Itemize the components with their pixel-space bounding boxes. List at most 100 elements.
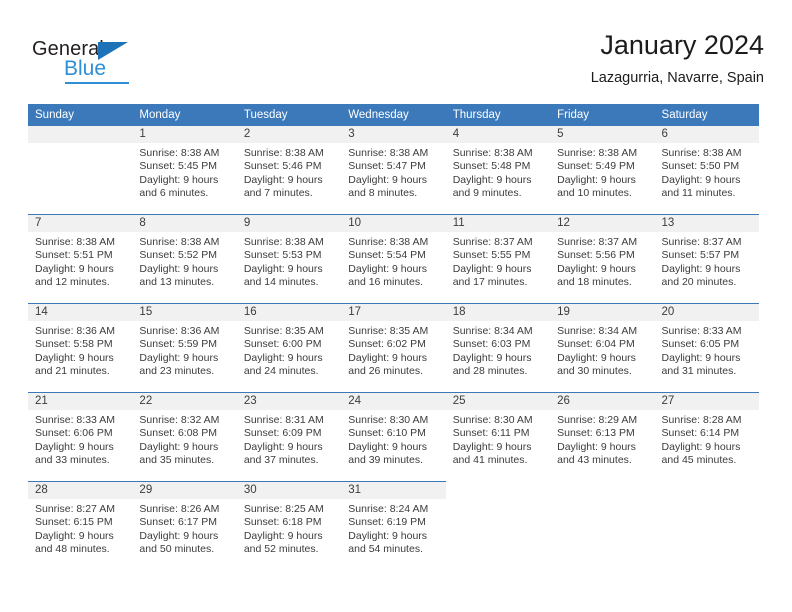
sunrise-text: Sunrise: 8:33 AM	[661, 325, 742, 337]
day-number: 12	[550, 215, 655, 232]
daylight-text-line1: Daylight: 9 hours	[661, 440, 741, 453]
day-info: Sunrise: 8:38 AM Sunset: 5:50 PM Daylight:…	[655, 143, 759, 200]
day-info: Sunrise: 8:30 AM Sunset: 6:11 PM Daylight:…	[446, 410, 550, 467]
day-info: Sunrise: 8:31 AM Sunset: 6:09 PM Daylight:…	[237, 410, 341, 467]
day-number: 9	[236, 215, 342, 232]
calendar-day-cell[interactable]: 17 Sunrise: 8:35 AM Sunset: 6:02 PM Dayligh…	[341, 303, 446, 393]
calendar-day-cell[interactable]: 11 Sunrise: 8:37 AM Sunset: 5:55 PM Dayligh…	[445, 214, 551, 304]
day-number: 11	[445, 215, 551, 232]
sunrise-text: Sunrise: 8:38 AM	[243, 236, 324, 248]
day-info: Sunrise: 8:34 AM Sunset: 6:03 PM Daylight:…	[446, 321, 550, 378]
day-info: Sunrise: 8:38 AM Sunset: 5:53 PM Daylight:…	[237, 232, 341, 289]
calendar-day-cell[interactable]: 26 Sunrise: 8:29 AM Sunset: 6:13 PM Dayligh…	[550, 392, 655, 482]
day-info: Sunrise: 8:33 AM Sunset: 6:06 PM Daylight:…	[28, 410, 132, 467]
daylight-text-line1: Daylight: 9 hours	[35, 351, 114, 364]
calendar-day-cell[interactable]: 29 Sunrise: 8:26 AM Sunset: 6:17 PM Dayligh…	[132, 481, 237, 570]
calendar-day-cell[interactable]: 15 Sunrise: 8:36 AM Sunset: 5:59 PM Dayligh…	[132, 303, 237, 393]
sunrise-text: Sunrise: 8:24 AM	[348, 503, 429, 515]
sunset-text: Sunset: 6:14 PM	[661, 427, 740, 440]
calendar-day-cell[interactable]: 2 Sunrise: 8:38 AM Sunset: 5:46 PM Daylight…	[236, 126, 342, 215]
calendar-day-cell[interactable]: 21 Sunrise: 8:33 AM Sunset: 6:06 PM Dayligh…	[28, 392, 133, 482]
day-info: Sunrise: 8:27 AM Sunset: 6:15 PM Daylight:…	[28, 499, 132, 556]
day-info: Sunrise: 8:30 AM Sunset: 6:10 PM Daylight:…	[341, 410, 445, 467]
daylight-text-line1: Daylight: 9 hours	[35, 440, 114, 453]
day-number: 15	[132, 304, 237, 321]
calendar-day-cell[interactable]: 28 Sunrise: 8:27 AM Sunset: 6:15 PM Dayligh…	[28, 481, 133, 570]
daylight-text-line1: Daylight: 9 hours	[139, 173, 219, 186]
sunrise-text: Sunrise: 8:38 AM	[243, 147, 324, 159]
calendar-day-cell[interactable]: 19 Sunrise: 8:34 AM Sunset: 6:04 PM Dayligh…	[550, 303, 655, 393]
calendar-day-cell[interactable]: 16 Sunrise: 8:35 AM Sunset: 6:00 PM Dayligh…	[236, 303, 342, 393]
sunrise-text: Sunrise: 8:37 AM	[557, 236, 638, 248]
day-info: Sunrise: 8:34 AM Sunset: 6:04 PM Daylight:…	[550, 321, 654, 378]
calendar-day-cell[interactable]: 14 Sunrise: 8:36 AM Sunset: 5:58 PM Dayligh…	[28, 303, 133, 393]
daylight-text-line2: and 6 minutes.	[139, 186, 209, 199]
sunset-text: Sunset: 6:08 PM	[139, 427, 218, 440]
daylight-text-line2: and 39 minutes.	[348, 453, 423, 466]
sunrise-text: Sunrise: 8:35 AM	[348, 325, 429, 337]
daylight-text-line1: Daylight: 9 hours	[452, 173, 532, 186]
sunset-text: Sunset: 5:53 PM	[243, 249, 322, 262]
calendar-day-cell[interactable]: 6 Sunrise: 8:38 AM Sunset: 5:50 PM Daylight…	[654, 126, 759, 215]
daylight-text-line2: and 12 minutes.	[35, 275, 110, 288]
sunrise-text: Sunrise: 8:38 AM	[139, 236, 220, 248]
calendar-day-cell[interactable]: 8 Sunrise: 8:38 AM Sunset: 5:52 PM Daylight…	[132, 214, 237, 304]
calendar-week-row: 7 Sunrise: 8:38 AM Sunset: 5:51 PM Daylight…	[28, 214, 759, 304]
calendar-day-cell[interactable]: 5 Sunrise: 8:38 AM Sunset: 5:49 PM Daylight…	[550, 126, 655, 215]
day-info: Sunrise: 8:38 AM Sunset: 5:46 PM Daylight:…	[237, 143, 341, 200]
sunset-text: Sunset: 6:06 PM	[35, 427, 113, 440]
weekday-header-wednesday: Wednesday	[341, 104, 446, 126]
calendar-day-cell[interactable]: 10 Sunrise: 8:38 AM Sunset: 5:54 PM Dayligh…	[341, 214, 446, 304]
logo-text-blue: Blue	[64, 57, 107, 80]
calendar-day-cell[interactable]: 23 Sunrise: 8:31 AM Sunset: 6:09 PM Dayligh…	[236, 392, 342, 482]
sunrise-text: Sunrise: 8:37 AM	[661, 236, 742, 248]
daylight-text-line1: Daylight: 9 hours	[139, 529, 219, 542]
day-number: 14	[28, 304, 133, 321]
calendar-day-cell[interactable]: 13 Sunrise: 8:37 AM Sunset: 5:57 PM Dayligh…	[654, 214, 759, 304]
calendar-day-cell[interactable]: 9 Sunrise: 8:38 AM Sunset: 5:53 PM Daylight…	[236, 214, 342, 304]
day-info: Sunrise: 8:28 AM Sunset: 6:14 PM Daylight:…	[655, 410, 759, 467]
sunset-text: Sunset: 5:45 PM	[139, 160, 218, 173]
calendar-day-cell[interactable]: 24 Sunrise: 8:30 AM Sunset: 6:10 PM Dayligh…	[341, 392, 446, 482]
calendar-day-cell[interactable]: 18 Sunrise: 8:34 AM Sunset: 6:03 PM Dayligh…	[445, 303, 551, 393]
day-number: 30	[236, 482, 342, 499]
calendar-day-cell[interactable]: 3 Sunrise: 8:38 AM Sunset: 5:47 PM Daylight…	[341, 126, 446, 215]
day-number: 16	[236, 304, 342, 321]
sunrise-text: Sunrise: 8:33 AM	[35, 414, 115, 426]
calendar-day-cell[interactable]: 22 Sunrise: 8:32 AM Sunset: 6:08 PM Dayligh…	[132, 392, 237, 482]
day-info: Sunrise: 8:38 AM Sunset: 5:52 PM Daylight:…	[132, 232, 236, 289]
daylight-text-line2: and 18 minutes.	[557, 275, 632, 288]
calendar-day-cell[interactable]: 27 Sunrise: 8:28 AM Sunset: 6:14 PM Dayligh…	[654, 392, 759, 482]
calendar-week-row: 28 Sunrise: 8:27 AM Sunset: 6:15 PM Dayligh…	[28, 481, 759, 570]
day-number: 21	[28, 393, 133, 410]
sunrise-text: Sunrise: 8:35 AM	[243, 325, 324, 337]
sunset-text: Sunset: 6:15 PM	[35, 516, 113, 529]
daylight-text-line2: and 30 minutes.	[557, 364, 632, 377]
day-number-band	[28, 126, 133, 143]
day-info: Sunrise: 8:33 AM Sunset: 6:05 PM Daylight:…	[655, 321, 759, 378]
day-number: 18	[445, 304, 551, 321]
day-info: Sunrise: 8:37 AM Sunset: 5:55 PM Daylight:…	[446, 232, 550, 289]
calendar-day-cell[interactable]: 31 Sunrise: 8:24 AM Sunset: 6:19 PM Dayligh…	[341, 481, 446, 570]
daylight-text-line1: Daylight: 9 hours	[348, 440, 428, 453]
calendar-day-cell[interactable]: 30 Sunrise: 8:25 AM Sunset: 6:18 PM Dayligh…	[236, 481, 342, 570]
calendar-day-cell[interactable]: 4 Sunrise: 8:38 AM Sunset: 5:48 PM Daylight…	[445, 126, 551, 215]
calendar-day-cell[interactable]: 12 Sunrise: 8:37 AM Sunset: 5:56 PM Dayligh…	[550, 214, 655, 304]
day-info: Sunrise: 8:38 AM Sunset: 5:48 PM Daylight:…	[446, 143, 550, 200]
sunset-text: Sunset: 6:00 PM	[243, 338, 322, 351]
calendar-day-cell[interactable]: 7 Sunrise: 8:38 AM Sunset: 5:51 PM Daylight…	[28, 214, 133, 304]
daylight-text-line1: Daylight: 9 hours	[348, 351, 428, 364]
sunset-text: Sunset: 5:49 PM	[557, 160, 635, 173]
sunset-text: Sunset: 6:13 PM	[557, 427, 635, 440]
day-number-band	[445, 482, 551, 499]
sunrise-text: Sunrise: 8:25 AM	[243, 503, 324, 515]
daylight-text-line1: Daylight: 9 hours	[557, 173, 636, 186]
daylight-text-line2: and 45 minutes.	[661, 453, 737, 466]
calendar-day-cell[interactable]: 20 Sunrise: 8:33 AM Sunset: 6:05 PM Dayligh…	[654, 303, 759, 393]
calendar-day-cell[interactable]: 25 Sunrise: 8:30 AM Sunset: 6:11 PM Dayligh…	[445, 392, 551, 482]
sunrise-text: Sunrise: 8:32 AM	[139, 414, 220, 426]
daylight-text-line1: Daylight: 9 hours	[35, 262, 114, 275]
sunset-text: Sunset: 6:04 PM	[557, 338, 635, 351]
calendar-cell-empty	[654, 481, 759, 570]
calendar-day-cell[interactable]: 1 Sunrise: 8:38 AM Sunset: 5:45 PM Daylight…	[132, 126, 237, 215]
